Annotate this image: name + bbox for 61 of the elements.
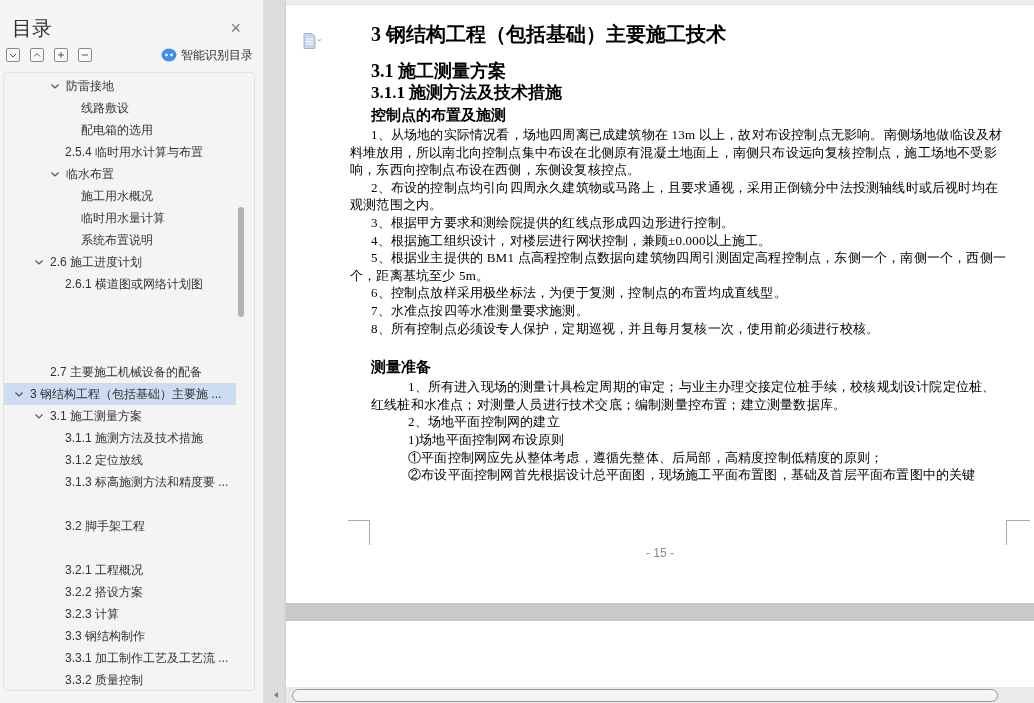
toc-item[interactable]: 系统布置说明 <box>4 229 236 251</box>
chevron-icon[interactable] <box>50 169 60 179</box>
paragraph: ②布设平面控制网首先根据设计总平面图，现场施工平面布置图，基础及首层平面布置图中的关键 <box>407 466 977 484</box>
paragraph: ①平面控制网应先从整体考虑，遵循先整体、后局部，高精度控制低精度的原则； <box>407 448 885 467</box>
paragraph: 4、根据施工组织设计，对楼层进行网状控制，兼顾±0.000以上施工。 <box>370 231 773 250</box>
toc-item[interactable]: 3 钢结构工程（包括基础）主要施 ... <box>4 383 236 405</box>
toc-item[interactable]: 3.1.3 标高施测方法和精度要 ... <box>4 471 236 493</box>
toc-item[interactable]: 施工用水概况 <box>4 185 236 207</box>
toc-item[interactable]: 3.2 脚手架工程 <box>4 515 236 537</box>
scrollbar-thumb[interactable] <box>292 688 998 702</box>
paragraph: 1)场地平面控制网布设原则 <box>407 430 566 449</box>
toc-item[interactable]: 线路敷设 <box>4 97 236 119</box>
expand-icon[interactable] <box>30 48 44 62</box>
toc-item[interactable]: 防雷接地 <box>4 75 236 97</box>
paragraph: 1、从场地的实际情况看，场地四周离已成建筑物在 13m 以上，故对布设控制点无影响。南侧场地做临设及材料堆放用，所以南北向控制点集中布设在北侧原有混凝土地面上，南侧只布设远向复核控制点，施工场地不受影响，东西向控制点布设在西侧，东侧设复核控点。 <box>350 126 1004 179</box>
paragraph: 2、布设的控制点均引向四周永久建筑物或马路上，且要求通视，采用正倒镜分中法投测轴线时或后视时均在观测范围之内。 <box>350 178 1000 214</box>
chevron-icon[interactable] <box>34 257 44 267</box>
scroll-left-icon[interactable] <box>272 691 280 699</box>
crop-mark <box>348 520 370 545</box>
toc-item[interactable]: 3.1.2 定位放线 <box>4 449 236 471</box>
heading: 控制点的布置及施测 <box>371 106 506 125</box>
toc-item[interactable]: 3.1 施工测量方案 <box>4 405 236 427</box>
paragraph: 3、根据甲方要求和测绘院提供的红线点形成四边形进行控制。 <box>370 213 736 232</box>
toc-item[interactable]: 3.2.3 计算 <box>4 603 236 625</box>
toc-item[interactable]: 2.6 施工进度计划 <box>4 251 236 273</box>
robot-icon <box>161 48 177 62</box>
paragraph: 2、场地平面控制网的建立 <box>407 413 561 431</box>
toc-item[interactable]: 3.2.1 工程概况 <box>4 559 236 581</box>
chevron-icon[interactable] <box>34 411 44 421</box>
minus-icon[interactable] <box>78 48 92 62</box>
paragraph: 5、根据业主提供的 BM1 点高程控制点数据向建筑物四周引测固定高程控制点，东侧一个，南侧一个，西侧一个，距离基坑至少 5m。 <box>350 249 1007 285</box>
plus-icon[interactable] <box>54 48 68 62</box>
page-number: - 15 - <box>645 545 675 562</box>
toc-item[interactable]: 3.3 钢结构制作 <box>4 625 236 647</box>
paragraph: 6、控制点放样采用极坐标法，为便于复测，控制点的布置均成直线型。 <box>370 284 788 302</box>
heading: 3 钢结构工程（包括基础）主要施工技术 <box>371 22 726 47</box>
toc-item[interactable]: 临水布置 <box>4 163 236 185</box>
heading: 3.1.1 施测方法及技术措施 <box>371 82 563 104</box>
toc-item[interactable]: 临时用水量计算 <box>4 207 236 229</box>
heading: 测量准备 <box>371 358 431 378</box>
scrollbar-thumb[interactable] <box>238 207 244 317</box>
chevron-icon[interactable] <box>14 389 24 399</box>
paragraph: 7、水准点按四等水准测量要求施测。 <box>370 301 590 320</box>
toc-item[interactable]: 3.3.2 质量控制 <box>4 669 236 690</box>
toc-item[interactable]: 2.6.1 横道图或网络计划图 <box>4 273 236 295</box>
toc-item[interactable]: 3.3.1 加工制作工艺及工艺流 ... <box>4 647 236 669</box>
panel-title: 目录 <box>12 16 52 41</box>
toc-item[interactable]: 配电箱的选用 <box>4 119 236 141</box>
document-icon[interactable] <box>303 33 322 49</box>
toc-item[interactable]: 3.1.1 施测方法及技术措施 <box>4 427 236 449</box>
toc-item[interactable]: 3.2.2 搭设方案 <box>4 581 236 603</box>
close-button[interactable]: × <box>230 19 241 37</box>
collapse-icon[interactable] <box>6 48 20 62</box>
paragraph: 8、所有控制点必须设专人保护，定期巡视，并且每月复核一次，使用前必须进行校核。 <box>370 319 881 338</box>
toc-item[interactable]: 2.5.4 临时用水计算与布置 <box>4 141 236 163</box>
crop-mark <box>1006 520 1030 545</box>
heading: 3.1 施工测量方案 <box>371 60 506 82</box>
chevron-icon[interactable] <box>50 81 60 91</box>
toc-item[interactable]: 2.7 主要施工机械设备的配备 <box>4 361 236 383</box>
smart-toc-button[interactable]: 智能识别目录 <box>161 46 253 64</box>
paragraph: 1、所有进入现场的测量计具检定周期的审定；与业主办理交接定位桩手续，校核规划设计院定位桩、红线桩和水准点；对测量人员进行技术交底；编制测量控布置；建立测量数据库。 <box>371 378 997 414</box>
